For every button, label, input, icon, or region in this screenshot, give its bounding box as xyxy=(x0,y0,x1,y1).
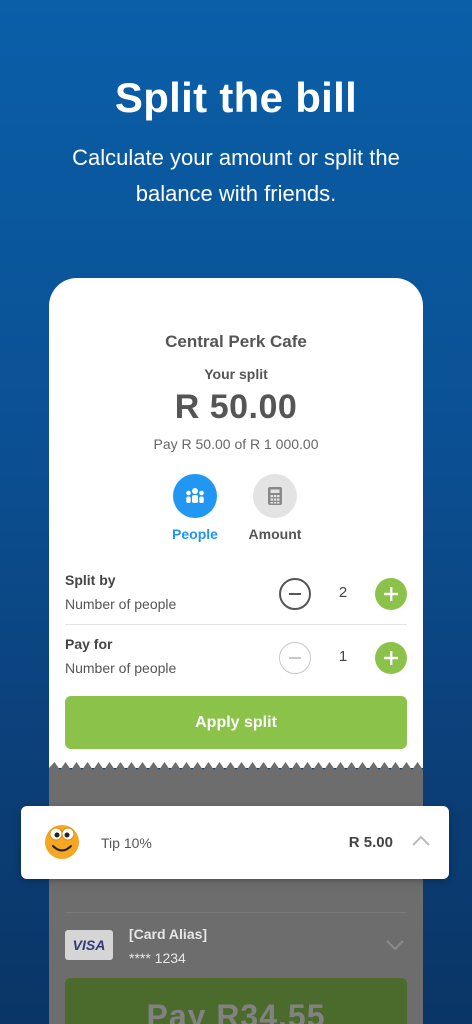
pay-for-stepper: 1 xyxy=(279,642,407,674)
pay-for-subtitle: Number of people xyxy=(65,660,177,676)
split-by-row: Split by Number of people 2 xyxy=(65,572,407,632)
payment-card-row[interactable]: VISA [Card Alias] **** 1234 xyxy=(49,912,423,972)
pay-button[interactable]: Pay R34.55 xyxy=(65,978,407,1024)
people-icon xyxy=(173,474,217,518)
card-row-divider xyxy=(65,912,407,913)
mode-amount-button[interactable]: Amount xyxy=(230,474,320,542)
split-amount: R 50.00 xyxy=(174,388,298,426)
split-by-title: Split by xyxy=(65,572,116,588)
pay-for-increment-button[interactable] xyxy=(375,642,407,674)
row-divider xyxy=(65,624,407,625)
split-by-stepper: 2 xyxy=(279,578,407,610)
apply-split-button[interactable]: Apply split xyxy=(65,696,407,749)
pay-for-title: Pay for xyxy=(65,636,113,652)
mode-people-label: People xyxy=(172,526,218,542)
tip-label: Tip 10% xyxy=(101,835,152,851)
split-by-decrement-button[interactable] xyxy=(279,578,311,610)
chevron-down-icon[interactable] xyxy=(385,938,405,952)
pay-for-decrement-button[interactable] xyxy=(279,642,311,674)
visa-logo: VISA xyxy=(65,930,113,960)
card-masked-number: **** 1234 xyxy=(129,950,186,966)
pay-for-row: Pay for Number of people 1 xyxy=(65,636,407,696)
card-alias: [Card Alias] xyxy=(129,926,208,942)
split-by-increment-button[interactable] xyxy=(375,578,407,610)
merchant-name: Central Perk Cafe xyxy=(165,332,307,351)
hero-subtitle: Calculate your amount or split the balan… xyxy=(72,145,400,206)
tip-selector[interactable]: Tip 10% R 5.00 xyxy=(21,806,449,879)
split-by-count: 2 xyxy=(338,584,348,601)
pay-button-label: Pay R34.55 xyxy=(146,998,326,1024)
your-split-label: Your split xyxy=(204,366,268,382)
split-by-subtitle: Number of people xyxy=(65,596,177,612)
tip-amount: R 5.00 xyxy=(348,834,393,851)
chevron-up-icon[interactable] xyxy=(411,834,431,848)
mode-people-button[interactable]: People xyxy=(150,474,240,542)
mode-amount-label: Amount xyxy=(248,526,302,542)
pay-summary: Pay R 50.00 of R 1 000.00 xyxy=(153,436,319,452)
bill-card: Central Perk Cafe Your split R 50.00 Pay… xyxy=(49,278,423,768)
calculator-icon xyxy=(253,474,297,518)
smiley-face-icon xyxy=(45,825,79,859)
hero-title: Split the bill xyxy=(114,74,358,121)
pay-for-count: 1 xyxy=(338,648,348,665)
